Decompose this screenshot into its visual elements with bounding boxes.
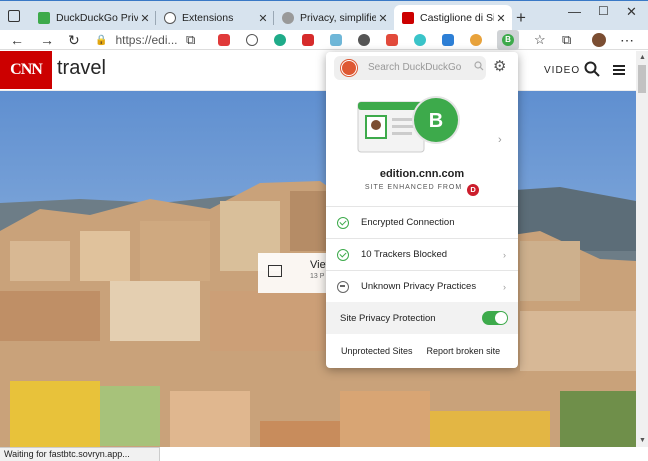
address-url: https://edi... xyxy=(115,33,178,47)
page-scrollbar[interactable]: ▲ ▼ xyxy=(636,51,648,447)
new-tab-icon[interactable]: + xyxy=(516,8,526,28)
extension-image-icon[interactable] xyxy=(330,34,342,46)
ddg-search-placeholder: Search DuckDuckGo xyxy=(368,62,462,73)
ddg-grade-badge-icon: B xyxy=(502,34,514,46)
reload-icon[interactable]: ↻ xyxy=(68,32,80,48)
read-aloud-icon[interactable]: ⧉ xyxy=(186,32,195,48)
trackers-blocked-row[interactable]: 10 Trackers Blocked › xyxy=(326,238,518,270)
popup-footer: Unprotected Sites Report broken site xyxy=(326,334,518,368)
toggle-label: Site Privacy Protection xyxy=(340,312,436,324)
tab-close-icon[interactable]: ✕ xyxy=(256,12,270,25)
forward-icon[interactable]: → xyxy=(40,32,54,48)
collections-icon[interactable]: ⧉ xyxy=(562,32,571,48)
ddg-privacy-popup: Search DuckDuckGo ⚙ B › edition.cnn.com … xyxy=(326,52,518,368)
back-icon[interactable]: ← xyxy=(10,32,24,48)
minimize-icon[interactable]: — xyxy=(568,4,581,19)
tab-title: Privacy, simplified. — xyxy=(300,12,376,24)
extension-tab-icon[interactable] xyxy=(442,34,454,46)
settings-gear-icon[interactable]: ⚙ xyxy=(493,59,506,74)
window-menu-icon[interactable] xyxy=(8,10,20,22)
site-enhanced-label: SITE ENHANCED FROM D xyxy=(326,184,518,196)
chevron-right-icon: › xyxy=(503,281,506,292)
row-label: Encrypted Connection xyxy=(361,217,455,228)
cnn-logo[interactable]: CNN xyxy=(0,51,52,89)
site-privacy-protection-row: Site Privacy Protection xyxy=(326,302,518,334)
tab-close-icon[interactable]: ✕ xyxy=(138,12,152,25)
extension-m-icon[interactable] xyxy=(414,34,426,46)
encrypted-connection-row[interactable]: Encrypted Connection xyxy=(326,206,518,238)
tab-close-icon[interactable]: ✕ xyxy=(376,12,390,25)
extension-pocket-icon[interactable] xyxy=(246,34,258,46)
title-bar: DuckDuckGo Privacy E ✕ Extensions ✕ Priv… xyxy=(0,0,648,31)
cnn-favicon-icon xyxy=(402,12,414,24)
cnn-search-icon[interactable] xyxy=(584,61,600,77)
scroll-down-icon[interactable]: ▼ xyxy=(639,437,646,444)
cnn-section-title[interactable]: travel xyxy=(57,57,106,80)
gallery-count: 13 P xyxy=(310,273,325,280)
original-grade-badge: D xyxy=(467,184,480,196)
gallery-icon xyxy=(268,265,282,277)
tab-title: Castiglione di Sicilia: th xyxy=(420,12,494,24)
ddg-extension-favicon-icon xyxy=(38,12,50,24)
site-grade-hero-icon[interactable]: B xyxy=(356,94,460,166)
gallery-view-button[interactable]: View 13 P xyxy=(258,253,334,293)
maximize-icon[interactable]: ☐ xyxy=(598,4,609,18)
check-icon xyxy=(337,216,349,229)
ddg-search-field[interactable]: Search DuckDuckGo xyxy=(334,56,486,80)
tab-privacy-simplified[interactable]: Privacy, simplified. — ✕ xyxy=(274,5,394,31)
search-icon xyxy=(474,61,484,71)
privacy-practices-row[interactable]: Unknown Privacy Practices › xyxy=(326,270,518,302)
tab-extensions[interactable]: Extensions ✕ xyxy=(156,5,274,31)
extension-duckduckgo-active[interactable]: B xyxy=(497,30,519,50)
check-icon xyxy=(337,248,349,261)
web-content: CNN travel VIDEO View 13 P xyxy=(0,51,636,447)
tab-close-icon[interactable]: ✕ xyxy=(494,12,508,25)
enhanced-text: SITE ENHANCED FROM xyxy=(364,184,463,191)
privacy-protection-toggle[interactable] xyxy=(482,311,508,325)
chevron-right-icon: › xyxy=(503,249,506,260)
hero-grade-letter: B xyxy=(429,110,443,132)
tab-castiglione[interactable]: Castiglione di Sicilia: th ✕ xyxy=(394,5,512,31)
browser-toolbar: ← → ↻ 🔒 https://edi... ⧉ B ☆ ⧉ ⋯ xyxy=(0,30,648,50)
cnn-header: CNN travel VIDEO xyxy=(0,51,636,91)
status-bar: Waiting for fastbtc.sovryn.app... xyxy=(0,447,160,461)
extension-bulb-icon[interactable] xyxy=(358,34,370,46)
unprotected-sites-link[interactable]: Unprotected Sites xyxy=(341,346,413,356)
hero-chevron-icon[interactable]: › xyxy=(498,134,502,146)
lock-icon: 🔒 xyxy=(95,34,108,46)
minus-circle-icon xyxy=(337,280,349,293)
close-window-icon[interactable]: ✕ xyxy=(626,4,637,20)
extension-office-icon[interactable] xyxy=(386,34,398,46)
more-menu-icon[interactable]: ⋯ xyxy=(620,32,634,48)
row-label: 10 Trackers Blocked xyxy=(361,249,448,260)
extension-globe-icon[interactable] xyxy=(470,34,482,46)
extension-flipboard-icon[interactable] xyxy=(218,34,230,46)
cnn-video-link[interactable]: VIDEO xyxy=(544,65,580,76)
privacy-favicon-icon xyxy=(282,12,294,24)
tab-duckduckgo-privacy[interactable]: DuckDuckGo Privacy E ✕ xyxy=(30,5,156,31)
favorites-icon[interactable]: ☆ xyxy=(534,32,546,48)
report-broken-site-link[interactable]: Report broken site xyxy=(427,346,501,356)
duckduckgo-logo-icon xyxy=(341,60,357,76)
site-domain: edition.cnn.com xyxy=(379,168,465,180)
tab-title: DuckDuckGo Privacy E xyxy=(56,12,138,24)
extensions-favicon-icon xyxy=(164,12,176,24)
profile-avatar[interactable] xyxy=(592,33,606,47)
extension-grammarly-icon[interactable] xyxy=(274,34,286,46)
scroll-thumb[interactable] xyxy=(638,65,646,93)
tab-title: Extensions xyxy=(182,12,234,24)
extension-pdf-icon[interactable] xyxy=(302,34,314,46)
scroll-up-icon[interactable]: ▲ xyxy=(639,54,646,61)
cnn-menu-icon[interactable] xyxy=(613,65,625,75)
row-label: Unknown Privacy Practices xyxy=(361,281,477,292)
